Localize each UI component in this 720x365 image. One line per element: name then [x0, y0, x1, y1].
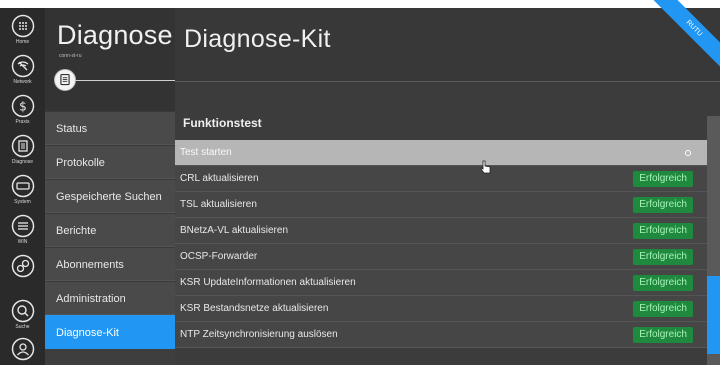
sidebar-title: Diagnose	[57, 20, 173, 50]
page-title: Diagnose-Kit	[184, 25, 331, 53]
rail-label: Diagnose	[11, 159, 34, 165]
divider	[67, 80, 175, 81]
rail-label: WIN	[17, 239, 28, 245]
test-label: OCSP-Forwarder	[180, 251, 258, 262]
rail-item-user[interactable]	[0, 333, 45, 365]
sidebar-menu: Status Protokolle Gespeicherte Suchen Be…	[45, 111, 175, 349]
sidebar-item-administration[interactable]: Administration	[45, 281, 175, 315]
list-item[interactable]: BNetzA-VL aktualisieren Erfolgreich	[175, 218, 707, 244]
sidebar-item-diagnose-kit[interactable]: Diagnose-Kit	[45, 315, 175, 349]
test-label: NTP Zeitsynchronisierung auslösen	[180, 329, 338, 340]
section-title: Funktionstest	[183, 116, 262, 130]
sidebar: Diagnose conn-st-ru Status Protokolle Ge…	[45, 8, 175, 365]
main-panel: Diagnose-Kit RUTU Funktionstest Test sta…	[175, 0, 720, 365]
rail-item-home[interactable]: Home	[0, 10, 45, 50]
status-badge: Erfolgreich	[633, 275, 693, 291]
status-badge: Erfolgreich	[633, 327, 693, 343]
svg-text:$: $	[19, 100, 27, 114]
list-item[interactable]: NTP Zeitsynchronisierung auslösen Erfolg…	[175, 322, 707, 348]
rail-item-win[interactable]: WIN	[0, 210, 45, 250]
rail-item-praxis[interactable]: $ Praxis	[0, 90, 45, 130]
rail-label: Suche	[15, 324, 30, 330]
start-test-label: Test starten	[180, 147, 232, 158]
grid-icon	[11, 14, 34, 38]
scrollbar[interactable]	[707, 116, 720, 365]
sidebar-item-berichte[interactable]: Berichte	[45, 213, 175, 247]
rail-item-suche[interactable]: Suche	[0, 295, 45, 335]
list-item[interactable]: KSR Bestandsnetze aktualisieren Erfolgre…	[175, 296, 707, 322]
rail-label: Home	[15, 39, 30, 45]
sidebar-subtitle: conn-st-ru	[59, 53, 82, 59]
pointer-cursor-icon	[480, 160, 491, 174]
rail-label: System	[14, 199, 31, 205]
start-test-button[interactable]: Test starten	[175, 140, 707, 166]
user-icon	[11, 337, 34, 361]
sidebar-item-abonnements[interactable]: Abonnements	[45, 247, 175, 281]
sidebar-item-status[interactable]: Status	[45, 111, 175, 145]
rail-item-diagnose[interactable]: Diagnose	[0, 130, 45, 170]
test-list: Test starten CRL aktualisieren Erfolgrei…	[175, 140, 707, 348]
test-label: BNetzA-VL aktualisieren	[180, 225, 289, 236]
test-label: CRL aktualisieren	[180, 173, 259, 184]
test-label: KSR Bestandsnetze aktualisieren	[180, 303, 329, 314]
status-badge: Erfolgreich	[633, 197, 693, 213]
sidebar-item-protokolle[interactable]: Protokolle	[45, 145, 175, 179]
list-item[interactable]: KSR UpdateInformationen aktualisieren Er…	[175, 270, 707, 296]
list-item[interactable]: TSL aktualisieren Erfolgreich	[175, 192, 707, 218]
search-icon	[11, 299, 34, 323]
minus-circle-icon	[11, 174, 34, 198]
clipboard-badge-icon	[54, 69, 76, 91]
rail-label: Praxis	[15, 119, 30, 125]
dollar-icon: $	[11, 94, 34, 118]
app-frame: Home Network $ Praxis Diagnose System WI…	[0, 0, 720, 365]
test-label: TSL aktualisieren	[180, 199, 257, 210]
icon-rail: Home Network $ Praxis Diagnose System WI…	[0, 8, 45, 365]
test-label: KSR UpdateInformationen aktualisieren	[180, 277, 356, 288]
scrollbar-thumb[interactable]	[707, 276, 720, 354]
list-item[interactable]: OCSP-Forwarder Erfolgreich	[175, 244, 707, 270]
rail-label: Network	[13, 79, 32, 85]
rail-item-network[interactable]: Network	[0, 50, 45, 90]
status-dot-icon	[685, 150, 691, 156]
status-badge: Erfolgreich	[633, 249, 693, 265]
network-icon	[11, 54, 34, 78]
list-item[interactable]: CRL aktualisieren Erfolgreich	[175, 166, 707, 192]
equalizer-icon	[11, 214, 34, 238]
clipboard-icon	[11, 134, 34, 158]
status-badge: Erfolgreich	[633, 301, 693, 317]
status-badge: Erfolgreich	[633, 171, 693, 187]
main-header: Diagnose-Kit	[175, 8, 720, 82]
link-icon	[11, 254, 34, 278]
status-badge: Erfolgreich	[633, 223, 693, 239]
sidebar-item-gespeicherte-suchen[interactable]: Gespeicherte Suchen	[45, 179, 175, 213]
sidebar-header: Diagnose conn-st-ru	[45, 8, 175, 111]
rail-item-link[interactable]	[0, 250, 45, 290]
rail-item-system[interactable]: System	[0, 170, 45, 210]
